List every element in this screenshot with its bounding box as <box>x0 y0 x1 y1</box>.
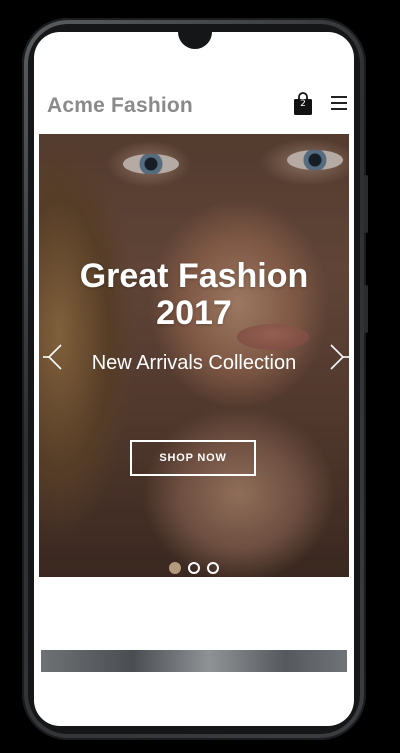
hero-title: Great Fashion 2017 <box>39 258 349 332</box>
carousel-prev-button[interactable] <box>43 342 69 372</box>
hamburger-menu-icon[interactable] <box>331 96 347 110</box>
hero-title-line1: Great Fashion <box>79 257 309 295</box>
carousel-dot[interactable] <box>169 562 181 574</box>
phone-screen: Acme Fashion 2 Great Fashion 2017 New Ar… <box>34 32 354 726</box>
carousel-indicators <box>169 562 229 574</box>
phone-side-button <box>364 285 368 333</box>
chevron-left-icon <box>43 344 62 370</box>
phone-side-button <box>364 175 368 233</box>
cart-button[interactable]: 2 <box>293 92 313 116</box>
shop-now-button[interactable]: SHOP NOW <box>130 440 256 476</box>
hero-carousel: Great Fashion 2017 New Arrivals Collecti… <box>39 134 349 577</box>
carousel-dot[interactable] <box>188 562 200 574</box>
hero-title-line2: 2017 <box>156 294 232 332</box>
cart-count-badge: 2 <box>300 99 306 109</box>
site-header: Acme Fashion 2 <box>34 88 354 132</box>
brand-logo[interactable]: Acme Fashion <box>47 94 193 118</box>
carousel-next-button[interactable] <box>323 342 349 372</box>
next-section-banner <box>41 650 347 672</box>
carousel-dot[interactable] <box>207 562 219 574</box>
chevron-right-icon <box>330 344 349 370</box>
hero-subtitle: New Arrivals Collection <box>91 352 297 374</box>
